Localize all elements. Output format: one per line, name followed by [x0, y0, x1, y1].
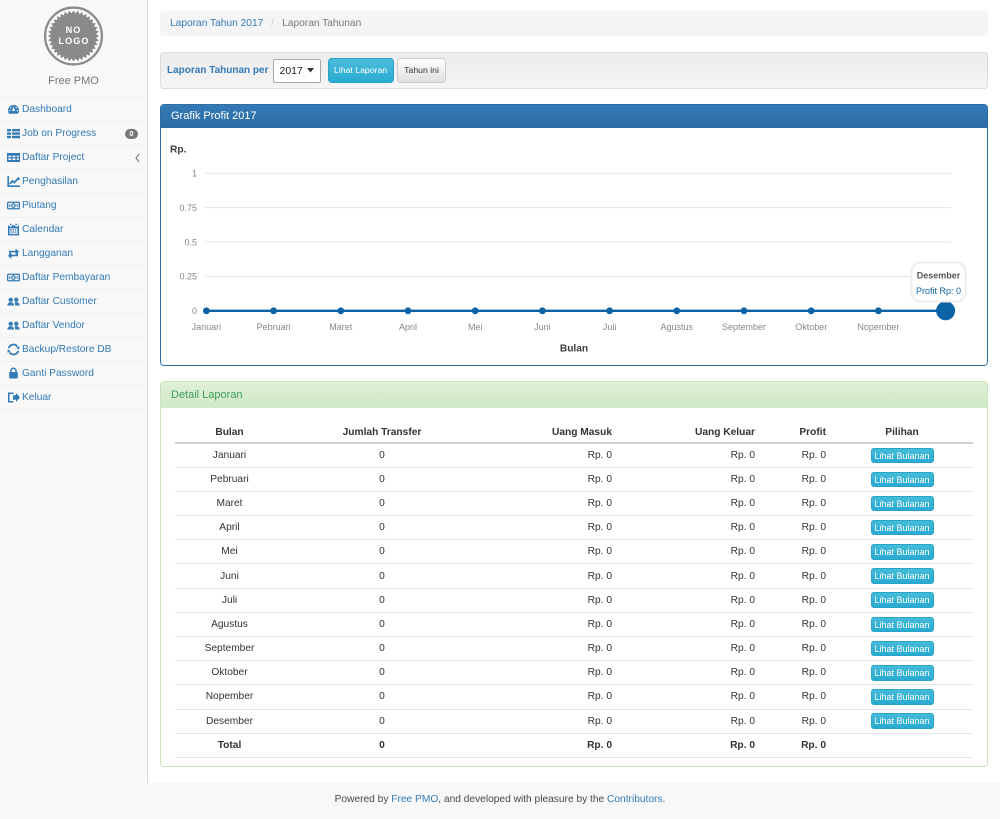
svg-text:0.5: 0.5: [184, 237, 197, 247]
svg-text:LOGO: LOGO: [59, 36, 90, 46]
svg-text:Rp.: Rp.: [170, 145, 187, 156]
svg-text:Mei: Mei: [468, 322, 483, 332]
svg-text:Agustus: Agustus: [661, 322, 694, 332]
svg-text:April: April: [399, 322, 417, 332]
svg-text:Bulan: Bulan: [560, 344, 588, 355]
svg-text:Maret: Maret: [329, 322, 353, 332]
svg-text:0: 0: [192, 306, 197, 316]
svg-text:1: 1: [192, 169, 197, 179]
svg-text:Juli: Juli: [603, 322, 617, 332]
svg-text:0.25: 0.25: [179, 272, 197, 282]
svg-text:Pebruari: Pebruari: [257, 322, 291, 332]
svg-text:Oktober: Oktober: [795, 322, 827, 332]
svg-text:Desember: Desember: [917, 271, 961, 281]
svg-text:Nopember: Nopember: [857, 322, 899, 332]
svg-text:Juni: Juni: [534, 322, 551, 332]
svg-text:Profit Rp: 0: Profit Rp: 0: [916, 286, 961, 296]
svg-text:NO: NO: [66, 25, 82, 35]
svg-text:September: September: [722, 322, 766, 332]
svg-text:0.75: 0.75: [179, 203, 197, 213]
svg-text:Januari: Januari: [192, 322, 222, 332]
